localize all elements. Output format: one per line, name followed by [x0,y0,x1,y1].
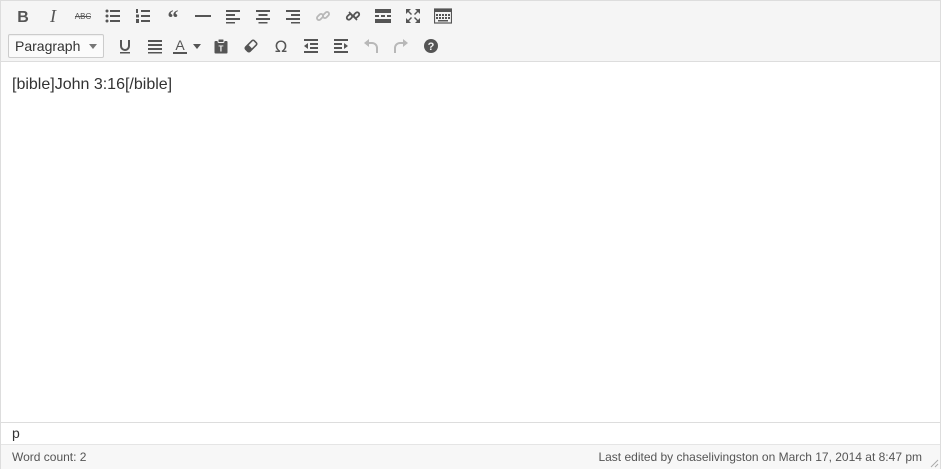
special-character-icon: Ω [275,38,287,54]
element-path-p[interactable]: p [12,425,20,441]
special-character-button[interactable]: Ω [266,31,296,61]
link-icon [316,11,330,21]
editor-toolbar: B I ABC “ Paragraph A T Ω ? [1,1,940,62]
bold-icon: B [17,9,29,24]
format-select[interactable]: Paragraph [8,34,104,58]
resize-handle-icon[interactable] [929,458,939,468]
redo-icon [394,39,408,53]
align-right-button[interactable] [278,1,308,31]
word-count: Word count: 2 [12,450,87,464]
justify-button[interactable] [140,31,170,61]
align-right-icon [286,10,300,24]
text-color-button[interactable]: A [170,31,206,61]
fullscreen-button[interactable] [398,1,428,31]
underline-button[interactable] [110,31,140,61]
paste-text-icon: T [214,38,228,54]
editor-content-area[interactable]: [bible]John 3:16[/bible] [1,62,940,422]
justify-icon [148,40,162,54]
indent-icon [334,39,348,53]
svg-text:T: T [219,45,224,54]
bullet-list-button[interactable] [98,1,128,31]
bold-button[interactable]: B [8,1,38,31]
undo-button[interactable] [356,31,386,61]
link-button[interactable] [308,1,338,31]
help-icon: ? [424,39,438,53]
toolbar-toggle-button[interactable] [428,1,458,31]
svg-text:“: “ [168,8,179,24]
help-button[interactable]: ? [416,31,446,61]
toolbar-toggle-icon [434,8,452,24]
toolbar-row-2: Paragraph A T Ω ? [8,31,446,61]
format-select-value: Paragraph [15,38,81,54]
fullscreen-icon [406,9,420,23]
read-more-button[interactable] [368,1,398,31]
strikethrough-button[interactable]: ABC [68,1,98,31]
svg-text:Ω: Ω [275,38,287,54]
horizontal-rule-icon [195,15,211,17]
text-color-icon: A [173,38,201,54]
numbered-list-icon [136,9,150,23]
align-center-button[interactable] [248,1,278,31]
blockquote-button[interactable]: “ [158,1,188,31]
editor: B I ABC “ Paragraph A T Ω ? [bible]John … [0,0,941,469]
bullet-list-icon [105,9,120,23]
read-more-icon [375,9,391,23]
undo-icon [364,39,378,53]
underline-icon [120,40,130,54]
redo-button[interactable] [386,31,416,61]
svg-text:A: A [175,38,185,53]
outdent-button[interactable] [296,31,326,61]
chevron-down-icon [89,44,97,49]
svg-text:?: ? [428,41,435,53]
paste-text-button[interactable]: T [206,31,236,61]
numbered-list-button[interactable] [128,1,158,31]
clear-formatting-button[interactable] [236,31,266,61]
strikethrough-icon: ABC [75,12,92,21]
unlink-button[interactable] [338,1,368,31]
italic-button[interactable]: I [38,1,68,31]
align-center-icon [256,10,270,24]
outdent-icon [304,39,318,53]
element-path-bar: p [1,422,940,444]
clear-formatting-icon [244,39,258,53]
italic-icon: I [49,8,57,24]
indent-button[interactable] [326,31,356,61]
align-left-button[interactable] [218,1,248,31]
toolbar-row-1: B I ABC “ [8,1,458,31]
unlink-icon [345,11,361,21]
align-left-icon [226,10,240,24]
blockquote-icon: “ [168,8,179,24]
status-bar: Word count: 2 Last edited by chaseliving… [1,444,940,469]
last-edited: Last edited by chaselivingston on March … [598,450,922,464]
horizontal-rule-button[interactable] [188,1,218,31]
content-paragraph[interactable]: [bible]John 3:16[/bible] [12,76,172,94]
svg-text:I: I [49,8,57,24]
svg-text:B: B [17,9,29,24]
